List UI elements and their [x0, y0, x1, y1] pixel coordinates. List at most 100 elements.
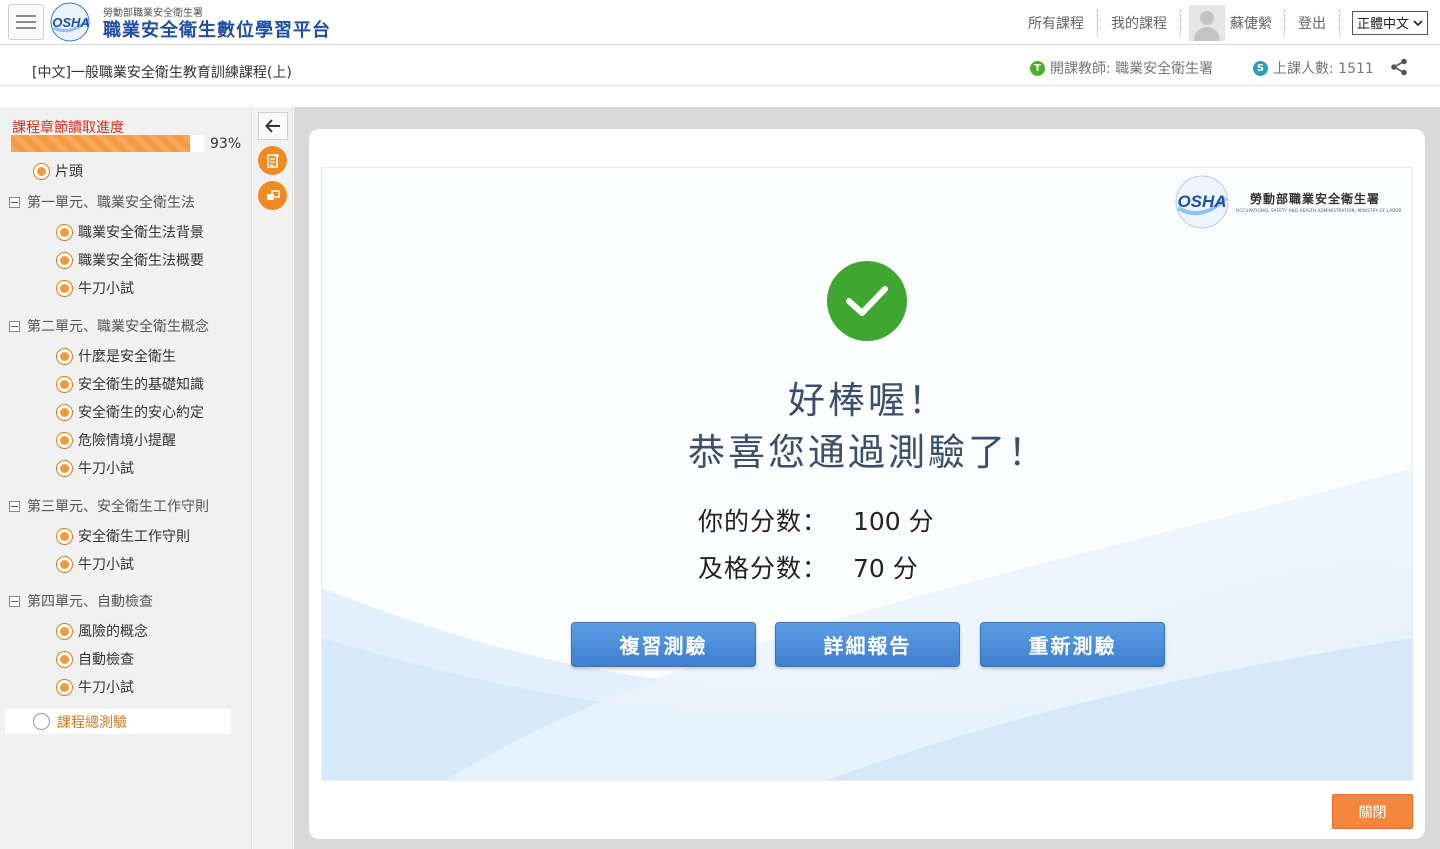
logout-link[interactable]: 登出: [1285, 13, 1339, 33]
top-header: OSHA 勞動部職業安全衛生署 職業安全衛生數位學習平台 所有課程 我的課程 蘇…: [0, 0, 1440, 45]
course-outline-sidebar: 課程章節讀取進度 93% 片頭 第一單元、職業安全衛生法 職業安全衛生法背景 職…: [0, 107, 252, 849]
outline-item-label: 牛刀小試: [78, 557, 134, 573]
unit-label: 第三單元、安全衛生工作守則: [27, 499, 209, 515]
progress-percent: 93%: [210, 136, 242, 152]
teacher-icon: T: [1030, 60, 1045, 76]
retake-quiz-button[interactable]: 重新測驗: [980, 622, 1165, 667]
completed-radio-icon: [33, 162, 50, 180]
collapse-icon[interactable]: [9, 500, 20, 512]
outline-item[interactable]: 牛刀小試: [56, 278, 134, 298]
completed-radio-icon: [56, 431, 73, 449]
agency-name: 勞動部職業安全衛生署: [1250, 192, 1381, 206]
outline-item[interactable]: 牛刀小試: [56, 677, 134, 697]
students-icon: S: [1253, 60, 1268, 76]
outline-item[interactable]: 自動檢查: [56, 649, 134, 669]
score-label: 你的分数：: [698, 507, 829, 536]
completed-radio-icon: [56, 403, 73, 421]
share-icon[interactable]: [1390, 58, 1408, 76]
outline-item[interactable]: 職業安全衛生法概要: [56, 250, 204, 270]
score-row: 你的分数： 100 分: [698, 502, 934, 538]
menu-icon[interactable]: [8, 4, 44, 40]
course-students: S 上課人數: 1511: [1253, 58, 1374, 78]
progress-label: 課程章節讀取進度: [12, 120, 124, 136]
outline-item-label: 什麼是安全衛生: [78, 349, 176, 365]
collapse-sidebar-button[interactable]: [258, 112, 288, 140]
notes-icon: [266, 153, 279, 168]
unit-2-header[interactable]: 第二單元、職業安全衛生概念: [9, 316, 209, 336]
outline-item[interactable]: 牛刀小試: [56, 458, 134, 478]
pass-score-row: 及格分数： 70 分: [698, 549, 918, 585]
outline-item-label: 安全衛生的安心約定: [78, 405, 204, 421]
completed-radio-icon: [56, 622, 73, 640]
collapse-icon[interactable]: [9, 196, 20, 208]
outline-item-label: 危險情境小提醒: [78, 433, 176, 449]
notes-button[interactable]: [258, 146, 287, 175]
quiz-result-panel: OSHA 勞動部職業安全衛生署 OCCUPATIONAL SAFETY AND …: [321, 167, 1413, 781]
pass-score-label: 及格分数：: [698, 554, 829, 583]
progress-bar: [11, 135, 204, 152]
agency-english-name: OCCUPATIONAL SAFETY AND HEALTH ADMINISTR…: [1236, 208, 1402, 213]
students-text: 上課人數: 1511: [1273, 61, 1374, 77]
pass-score-value: 70 分: [853, 554, 918, 583]
completed-radio-icon: [56, 678, 73, 696]
completed-radio-icon: [56, 223, 73, 241]
outline-item[interactable]: 牛刀小試: [56, 554, 134, 574]
outline-item-label: 風險的概念: [78, 624, 148, 640]
language-select[interactable]: 正體中文: [1351, 10, 1428, 35]
detailed-report-button[interactable]: 詳細報告: [775, 622, 960, 667]
outline-item[interactable]: 危險情境小提醒: [56, 430, 176, 450]
outline-item-label: 職業安全衛生法背景: [78, 225, 204, 241]
user-name: 蘇倢縈: [1229, 15, 1272, 32]
completed-radio-icon: [56, 375, 73, 393]
outline-item[interactable]: 什麼是安全衛生: [56, 346, 176, 366]
language-value: 正體中文: [1356, 17, 1409, 32]
nav-all-courses[interactable]: 所有課程: [1015, 13, 1097, 33]
score-value: 100 分: [853, 507, 934, 536]
completed-radio-icon: [56, 279, 73, 297]
nav-my-courses[interactable]: 我的課程: [1098, 13, 1180, 33]
collapse-icon[interactable]: [9, 320, 20, 332]
unit-1-header[interactable]: 第一單元、職業安全衛生法: [9, 192, 195, 212]
user-menu[interactable]: 蘇倢縈: [1181, 4, 1284, 41]
outline-item-label: 自動檢查: [78, 652, 134, 668]
outline-item-label: 職業安全衛生法概要: [78, 253, 204, 269]
outline-item[interactable]: 風險的概念: [56, 621, 148, 641]
outline-item[interactable]: 安全衛生的基礎知識: [56, 374, 204, 394]
unit-label: 第二單元、職業安全衛生概念: [27, 319, 209, 335]
osha-logo-icon[interactable]: OSHA: [48, 2, 94, 42]
outline-item-label: 牛刀小試: [78, 680, 134, 696]
completed-radio-icon: [56, 555, 73, 573]
unit-label: 第四單元、自動檢查: [27, 594, 153, 610]
collapse-icon[interactable]: [9, 595, 20, 607]
unit-3-header[interactable]: 第三單元、安全衛生工作守則: [9, 496, 209, 516]
completed-radio-icon: [56, 527, 73, 545]
outline-item[interactable]: 安全衛生的安心約定: [56, 402, 204, 422]
success-check-icon: [827, 261, 907, 341]
completed-radio-icon: [56, 251, 73, 269]
arrow-left-icon: [265, 119, 280, 133]
discussion-button[interactable]: [258, 181, 287, 210]
outline-item[interactable]: 安全衛生工作守則: [56, 526, 190, 546]
outline-item-label: 片頭: [55, 164, 83, 180]
platform-title[interactable]: 職業安全衛生數位學習平台: [103, 16, 331, 42]
unit-4-header[interactable]: 第四單元、自動檢查: [9, 591, 153, 611]
outline-item-label: 牛刀小試: [78, 461, 134, 477]
avatar: [1188, 4, 1225, 41]
osha-logo-icon: OSHA: [1175, 175, 1229, 229]
course-info-bar: [中文]一般職業安全衛生教育訓練課程(上) T 開課教師: 職業安全衛生署 S …: [0, 46, 1440, 86]
outline-item-intro[interactable]: 片頭: [33, 161, 83, 181]
tool-column: [253, 107, 293, 849]
close-button[interactable]: 關閉: [1332, 794, 1413, 829]
chevron-down-icon: [1413, 19, 1423, 26]
result-message-line1: 好棒喔！: [788, 379, 948, 422]
outline-item-label: 安全衛生工作守則: [78, 529, 190, 545]
unit-label: 第一單元、職業安全衛生法: [27, 195, 195, 211]
outline-item-final-exam[interactable]: 課程總測驗: [5, 709, 231, 734]
incomplete-radio-icon: [33, 713, 50, 730]
course-teacher: T 開課教師: 職業安全衛生署: [1030, 58, 1213, 78]
outline-item[interactable]: 職業安全衛生法背景: [56, 222, 204, 242]
review-quiz-button[interactable]: 複習測驗: [571, 622, 756, 667]
outline-item-label: 課程總測驗: [57, 714, 127, 731]
teacher-text: 開課教師: 職業安全衛生署: [1050, 61, 1214, 77]
progress-bar-fill: [11, 135, 191, 152]
